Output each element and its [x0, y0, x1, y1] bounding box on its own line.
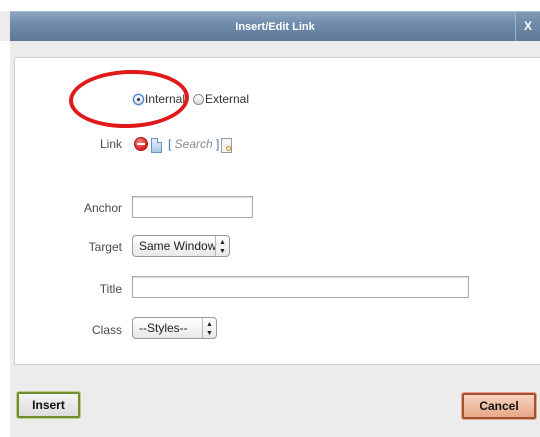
title-input[interactable] — [132, 276, 469, 298]
target-select-value: Same Window — [139, 239, 217, 253]
target-select[interactable]: Same Window ▲ ▼ — [132, 235, 230, 257]
insert-edit-link-dialog: Insert/Edit Link X Internal External Lin… — [0, 0, 540, 437]
magnifier-icon — [226, 146, 231, 151]
dialog-title: Insert/Edit Link — [235, 21, 315, 33]
select-arrows-icon: ▲ ▼ — [215, 236, 229, 256]
title-label: Title — [99, 282, 122, 296]
link-label: Link — [99, 137, 122, 151]
dialog-titlebar: Insert/Edit Link X — [10, 11, 540, 41]
search-page-icon[interactable] — [221, 138, 232, 153]
search-link[interactable]: [ Search ] — [168, 137, 219, 151]
remove-link-icon[interactable] — [134, 137, 148, 151]
anchor-input[interactable] — [132, 196, 253, 218]
page-icon[interactable] — [151, 138, 162, 153]
search-open-bracket: [ — [168, 137, 175, 151]
top-gap — [0, 0, 540, 11]
cancel-button[interactable]: Cancel — [462, 393, 536, 419]
class-label: Class — [91, 323, 122, 337]
close-button[interactable]: X — [515, 12, 540, 41]
search-link-text: Search — [174, 137, 213, 151]
external-radio[interactable] — [193, 94, 204, 105]
left-gutter — [0, 41, 10, 437]
class-select-value: --Styles-- — [139, 321, 188, 335]
class-select[interactable]: --Styles-- ▲ ▼ — [132, 317, 217, 339]
search-close-bracket: ] — [212, 137, 220, 151]
insert-button[interactable]: Insert — [17, 392, 80, 418]
external-radio-label[interactable]: External — [205, 92, 249, 106]
anchor-label: Anchor — [83, 201, 122, 215]
target-label: Target — [88, 240, 122, 254]
select-arrows-icon: ▲ ▼ — [202, 318, 216, 338]
